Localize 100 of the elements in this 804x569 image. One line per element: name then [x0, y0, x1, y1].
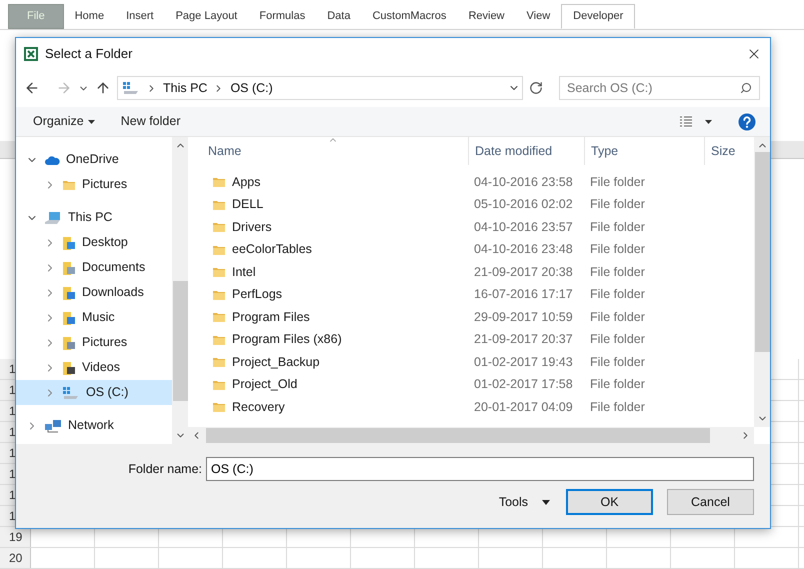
tools-button[interactable]: Tools	[498, 492, 550, 512]
date-cell-text: 04-10-2016 23:57	[474, 218, 574, 236]
type-cell-text: File folder	[590, 286, 645, 304]
row-header: 1	[9, 361, 16, 378]
type-cell-text: File folder	[590, 218, 645, 236]
row-header: 1	[9, 403, 16, 420]
nav-item[interactable]: Documents	[16, 255, 172, 280]
column-header[interactable]: Name	[208, 142, 242, 160]
spreadsheet-app-icon	[23, 46, 39, 62]
nav-item[interactable]: Videos	[16, 355, 172, 380]
date-cell-text: 16-07-2016 17:17	[474, 286, 574, 304]
file-row[interactable]: eeColorTables 04-10-2016 23:48 File folder	[212, 238, 754, 261]
file-row[interactable]: Recovery 20-01-2017 04:09 File folder	[212, 396, 754, 418]
file-row[interactable]: DELL 05-10-2016 02:02 File folder	[212, 194, 754, 216]
row-header: 1	[9, 424, 16, 441]
nav-item[interactable]: Network	[16, 413, 172, 438]
type-cell-text: File folder	[590, 196, 645, 214]
type-cell-text: File folder	[590, 174, 645, 191]
ribbon-tab[interactable]: Home	[64, 4, 116, 29]
ribbon-tab[interactable]: Formulas	[248, 4, 316, 29]
folder-name: Program Files (x86)	[232, 331, 342, 348]
nav-item[interactable]: Downloads	[16, 280, 172, 305]
view-list-icon[interactable]	[679, 116, 693, 128]
column-header[interactable]: Size	[711, 142, 736, 160]
nav-label: Downloads	[82, 284, 144, 302]
folder-name: DELL	[232, 196, 264, 214]
file-row[interactable]: Intel 21-09-2017 20:38 File folder	[212, 261, 754, 284]
ribbon-tab[interactable]: Insert	[115, 4, 165, 29]
nav-label: Network	[68, 417, 114, 434]
search-field[interactable]: Search OS (C:)	[559, 76, 760, 100]
dropdown-caret-icon[interactable]	[705, 120, 712, 124]
nav-label: Videos	[82, 359, 120, 376]
file-row[interactable]: PerfLogs 16-07-2016 17:17 File folder	[212, 284, 754, 306]
nav-item[interactable]: Pictures	[16, 172, 172, 197]
ribbon-tab[interactable]: Review	[457, 4, 516, 29]
date-cell-text: 21-09-2017 20:38	[474, 264, 574, 281]
vertical-scrollbar[interactable]	[754, 137, 770, 427]
folder-icon	[212, 310, 226, 324]
ribbon-tab[interactable]: Developer	[561, 4, 636, 29]
nav-item[interactable]: OS (C:)	[16, 380, 172, 405]
row-header: 1	[9, 487, 16, 504]
ribbon-tab[interactable]: View	[516, 4, 562, 29]
nav-scrollbar[interactable]	[172, 137, 188, 444]
nav-label: OS (C:)	[86, 384, 128, 402]
dropdown-caret-icon	[88, 120, 95, 124]
organize-button[interactable]: Organize	[33, 112, 95, 131]
drive-icon	[122, 81, 140, 95]
breadcrumb-segment[interactable]: OS (C:)	[230, 78, 273, 98]
ribbon-tab[interactable]: Page Layout	[164, 4, 248, 29]
row-header: 1	[9, 382, 16, 399]
folder-name: eeColorTables	[232, 241, 312, 258]
nav-item[interactable]: This PC	[16, 205, 172, 230]
horizontal-scrollbar[interactable]	[188, 427, 754, 444]
column-header[interactable]: Date modified	[475, 142, 552, 160]
film-folder-icon	[62, 360, 76, 376]
folder-icon	[212, 175, 226, 190]
row-header: 1	[9, 508, 16, 525]
row-header: 1	[9, 466, 16, 483]
nav-label: Pictures	[82, 334, 128, 352]
date-cell-text: 05-10-2016 02:02	[474, 196, 574, 214]
type-cell-text: File folder	[590, 308, 645, 326]
file-row[interactable]: Project_Old 01-02-2017 17:58 File folder	[212, 374, 754, 396]
nav-label: Documents	[82, 259, 146, 276]
music-folder-icon	[62, 310, 76, 326]
date-cell-text: 01-02-2017 17:58	[474, 376, 574, 394]
type-cell-text: File folder	[590, 331, 645, 348]
dialog-button[interactable]: OK	[566, 489, 653, 515]
file-row[interactable]: Apps 04-10-2016 23:58 File folder	[212, 171, 754, 194]
breadcrumb-segment[interactable]: This PC	[163, 78, 208, 98]
folder-icon	[212, 265, 226, 280]
address-bar[interactable]: This PC OS (C:)	[117, 76, 523, 100]
date-cell-text: 20-01-2017 04:09	[474, 398, 574, 416]
nav-item[interactable]: Desktop	[16, 230, 172, 255]
folder-name: Recovery	[232, 398, 285, 416]
folder-name: Drivers	[232, 218, 272, 236]
computer-icon	[44, 210, 62, 224]
drive-icon	[62, 386, 80, 400]
column-header[interactable]: Type	[591, 142, 618, 160]
folder-name: Program Files	[232, 308, 310, 326]
date-cell-text: 01-02-2017 19:43	[474, 354, 574, 371]
help-icon[interactable]	[738, 112, 756, 130]
nav-label: Desktop	[82, 234, 128, 252]
folder-name-label: Folder name:	[128, 460, 202, 478]
file-row[interactable]: Drivers 04-10-2016 23:57 File folder	[212, 216, 754, 238]
nav-item[interactable]: Music	[16, 305, 172, 330]
folder-name-field[interactable]: OS (C:)	[206, 457, 754, 481]
file-row[interactable]: Program Files 29-09-2017 10:59 File folder	[212, 306, 754, 328]
refresh-icon[interactable]	[529, 81, 543, 95]
folder-name: Apps	[232, 174, 260, 191]
ribbon-tab[interactable]: Data	[316, 4, 362, 29]
file-row[interactable]: Project_Backup 01-02-2017 19:43 File folder	[212, 351, 754, 374]
file-row[interactable]: Program Files (x86) 21-09-2017 20:37 File folder	[212, 328, 754, 351]
dialog-button[interactable]: Cancel	[667, 489, 754, 515]
ribbon-tab[interactable]: CustomMacros	[361, 4, 458, 29]
new-folder-button[interactable]: New folder	[120, 112, 180, 131]
nav-item[interactable]: OneDrive	[16, 147, 172, 172]
nav-item[interactable]: Pictures	[16, 330, 172, 355]
dropdown-caret-icon	[542, 500, 550, 504]
date-cell-text: 29-09-2017 10:59	[474, 308, 574, 326]
date-cell-text: 21-09-2017 20:37	[474, 331, 574, 348]
